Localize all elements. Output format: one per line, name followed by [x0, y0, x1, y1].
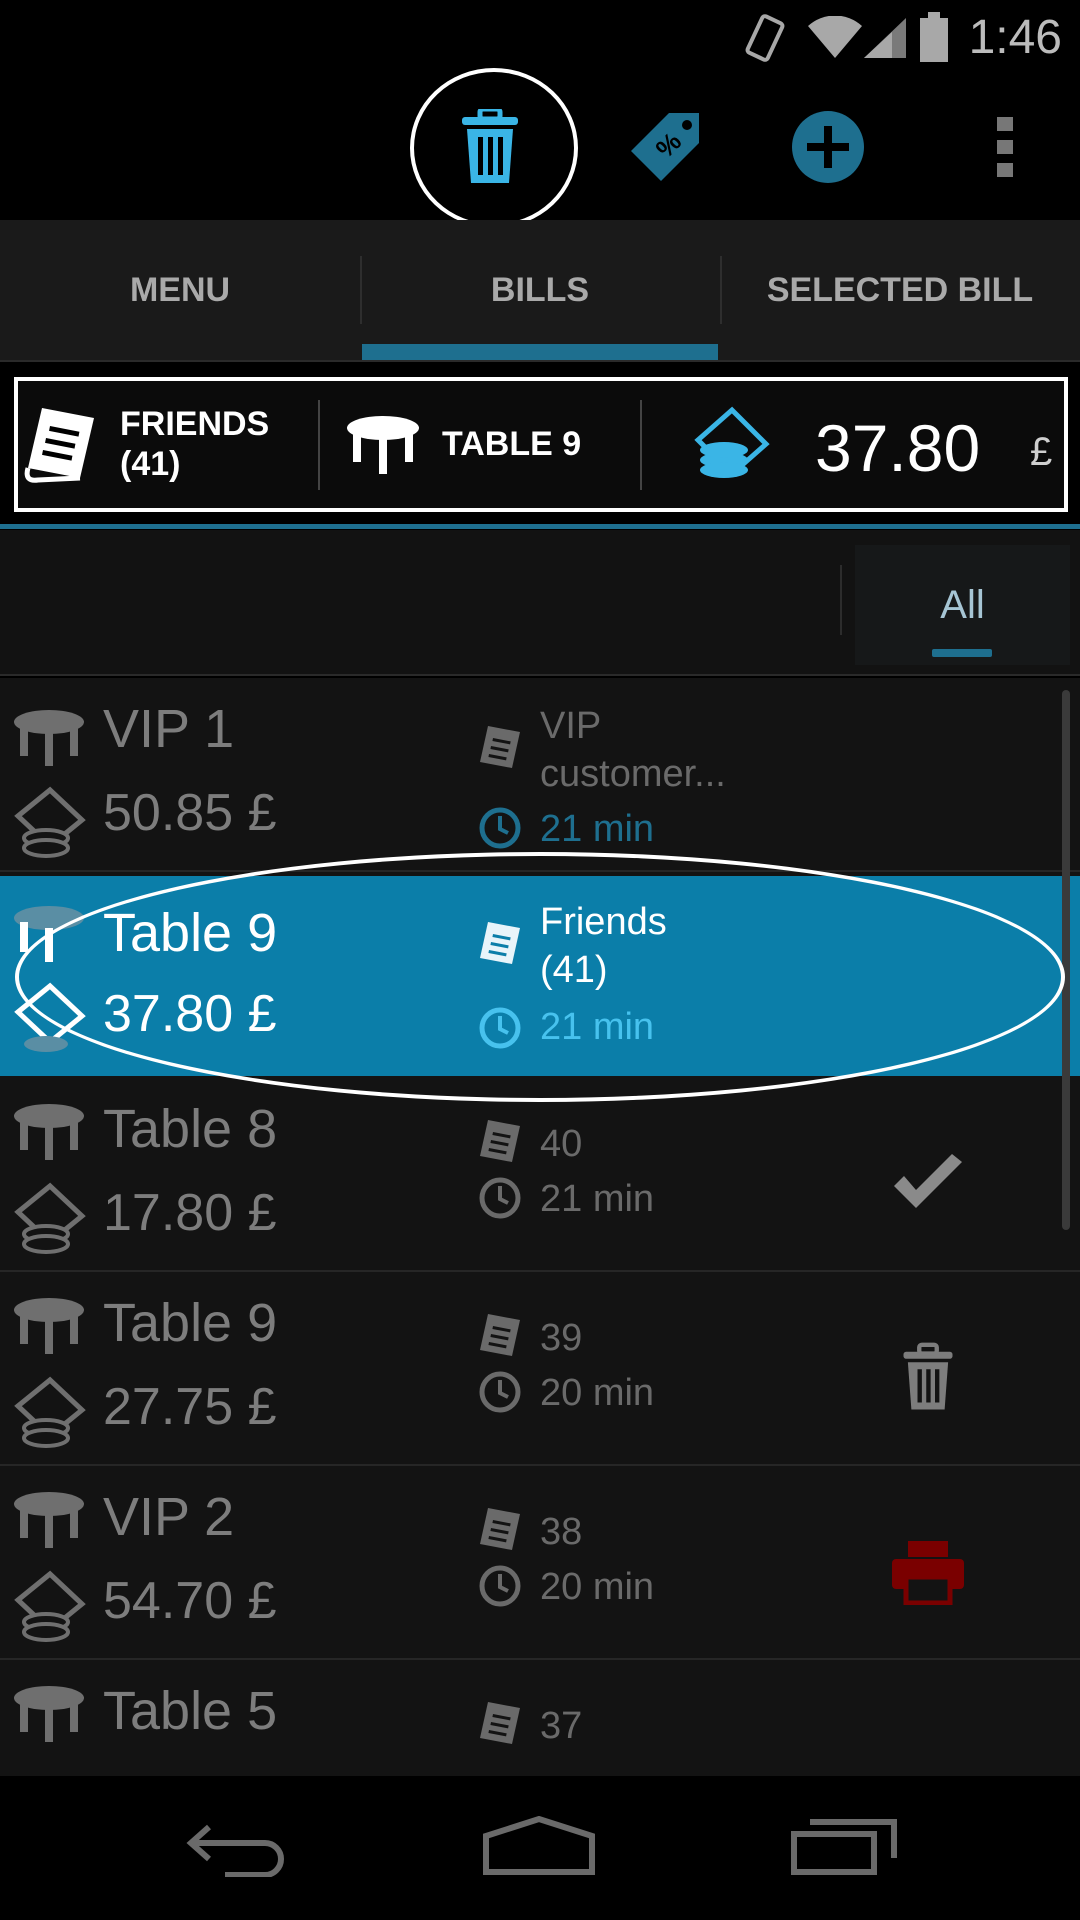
highlight-ellipse	[15, 852, 1065, 1102]
overflow-menu-button[interactable]	[975, 97, 1035, 197]
money-icon	[14, 786, 86, 858]
back-icon[interactable]	[185, 1821, 291, 1877]
bill-name: Table 8	[103, 1099, 278, 1159]
bill-name: VIP 1	[103, 699, 235, 759]
receipt-icon	[480, 1508, 520, 1550]
table-icon	[14, 710, 84, 766]
trash-icon	[903, 1342, 953, 1410]
bills-list[interactable]: VIP 1 50.85 £ VIP customer... 21 min Tab…	[0, 678, 1080, 1776]
clock-icon	[479, 1177, 521, 1219]
summary-divider	[640, 400, 642, 490]
filter-all-button[interactable]: All	[855, 545, 1070, 665]
home-icon[interactable]	[482, 1816, 596, 1876]
table-icon	[14, 1686, 84, 1742]
bill-description: 39	[540, 1317, 583, 1359]
bill-row[interactable]: VIP 2 54.70 £ 38 20 min	[0, 1466, 1080, 1660]
bill-delete-button[interactable]	[880, 1330, 976, 1426]
bill-name: VIP 2	[103, 1487, 235, 1547]
battery-icon	[920, 12, 948, 62]
summary-divider-line	[0, 524, 1080, 529]
filter-divider	[840, 565, 842, 635]
receipt-icon	[24, 408, 94, 483]
bill-elapsed-time: 21 min	[540, 1178, 655, 1220]
wifi-icon	[808, 16, 862, 58]
filter-all-label: All	[940, 582, 985, 627]
tab-menu[interactable]: MENU	[0, 220, 360, 360]
clock-icon	[479, 1565, 521, 1607]
summary-bill-name: FRIENDS (41)	[120, 404, 269, 484]
summary-amount: 37.80	[815, 411, 981, 485]
summary-currency: £	[1030, 430, 1053, 474]
bill-row[interactable]: VIP 1 50.85 £ VIP customer... 21 min	[0, 678, 1080, 872]
bill-name: Table 5	[103, 1681, 278, 1741]
bill-elapsed-time: 20 min	[540, 1566, 655, 1608]
table-icon	[14, 1492, 84, 1548]
money-icon	[14, 1182, 86, 1254]
navigation-bar	[0, 1776, 1080, 1920]
status-bar: 1:46	[0, 0, 1080, 75]
add-icon	[792, 111, 864, 183]
bill-description: 40	[540, 1123, 583, 1165]
tab-selected-bill[interactable]: SELECTED BILL	[720, 220, 1080, 360]
bill-paid-button[interactable]	[880, 1136, 976, 1232]
signal-icon	[864, 18, 906, 58]
summary-bill-name-line1: FRIENDS	[120, 405, 270, 443]
vibrate-icon	[745, 14, 785, 62]
bill-amount: 27.75 £	[103, 1378, 277, 1436]
clock: 1:46	[968, 11, 1062, 64]
clock-icon	[479, 807, 521, 849]
bill-name: Table 9	[103, 1293, 278, 1353]
bill-row[interactable]: Table 8 17.80 £ 40 21 min	[0, 1078, 1080, 1272]
check-icon	[894, 1154, 962, 1208]
money-icon	[14, 1376, 86, 1448]
table-icon	[14, 1104, 84, 1160]
bill-row[interactable]: Table 9 27.75 £ 39 20 min	[0, 1272, 1080, 1466]
overflow-menu-icon	[997, 117, 1013, 177]
receipt-icon	[480, 1702, 520, 1744]
money-icon	[14, 1570, 86, 1642]
bill-description: 38	[540, 1511, 583, 1553]
money-icon	[694, 406, 770, 478]
receipt-icon	[480, 726, 520, 768]
tab-bar: MENU BILLS SELECTED BILL	[0, 220, 1080, 362]
filter-bar: All	[0, 530, 1080, 676]
bill-amount: 50.85 £	[103, 784, 277, 842]
printer-icon	[892, 1541, 964, 1605]
clock-icon	[479, 1371, 521, 1413]
summary-bill-name-line2: (41)	[120, 445, 181, 483]
discount-button[interactable]: %	[615, 97, 715, 197]
table-icon	[14, 1298, 84, 1354]
bill-description: 37	[540, 1705, 583, 1747]
recent-apps-icon[interactable]	[790, 1816, 898, 1876]
bill-description: VIP customer...	[540, 705, 726, 795]
bill-row[interactable]: Table 5 37	[0, 1660, 1080, 1776]
bill-amount: 54.70 £	[103, 1572, 277, 1630]
summary-table: TABLE 9	[442, 425, 582, 463]
tab-bills[interactable]: BILLS	[360, 220, 720, 360]
bill-elapsed-time: 20 min	[540, 1372, 655, 1414]
discount-tag-icon: %	[631, 113, 699, 181]
bill-elapsed-time: 21 min	[540, 808, 655, 850]
bill-amount: 17.80 £	[103, 1184, 277, 1242]
receipt-icon	[480, 1120, 520, 1162]
bill-print-button[interactable]	[880, 1524, 976, 1620]
table-icon	[347, 416, 419, 474]
highlight-circle	[410, 68, 578, 228]
scrollbar[interactable]	[1062, 690, 1070, 1230]
summary-divider	[318, 400, 320, 490]
add-bill-button[interactable]	[778, 97, 878, 197]
receipt-icon	[480, 1314, 520, 1356]
